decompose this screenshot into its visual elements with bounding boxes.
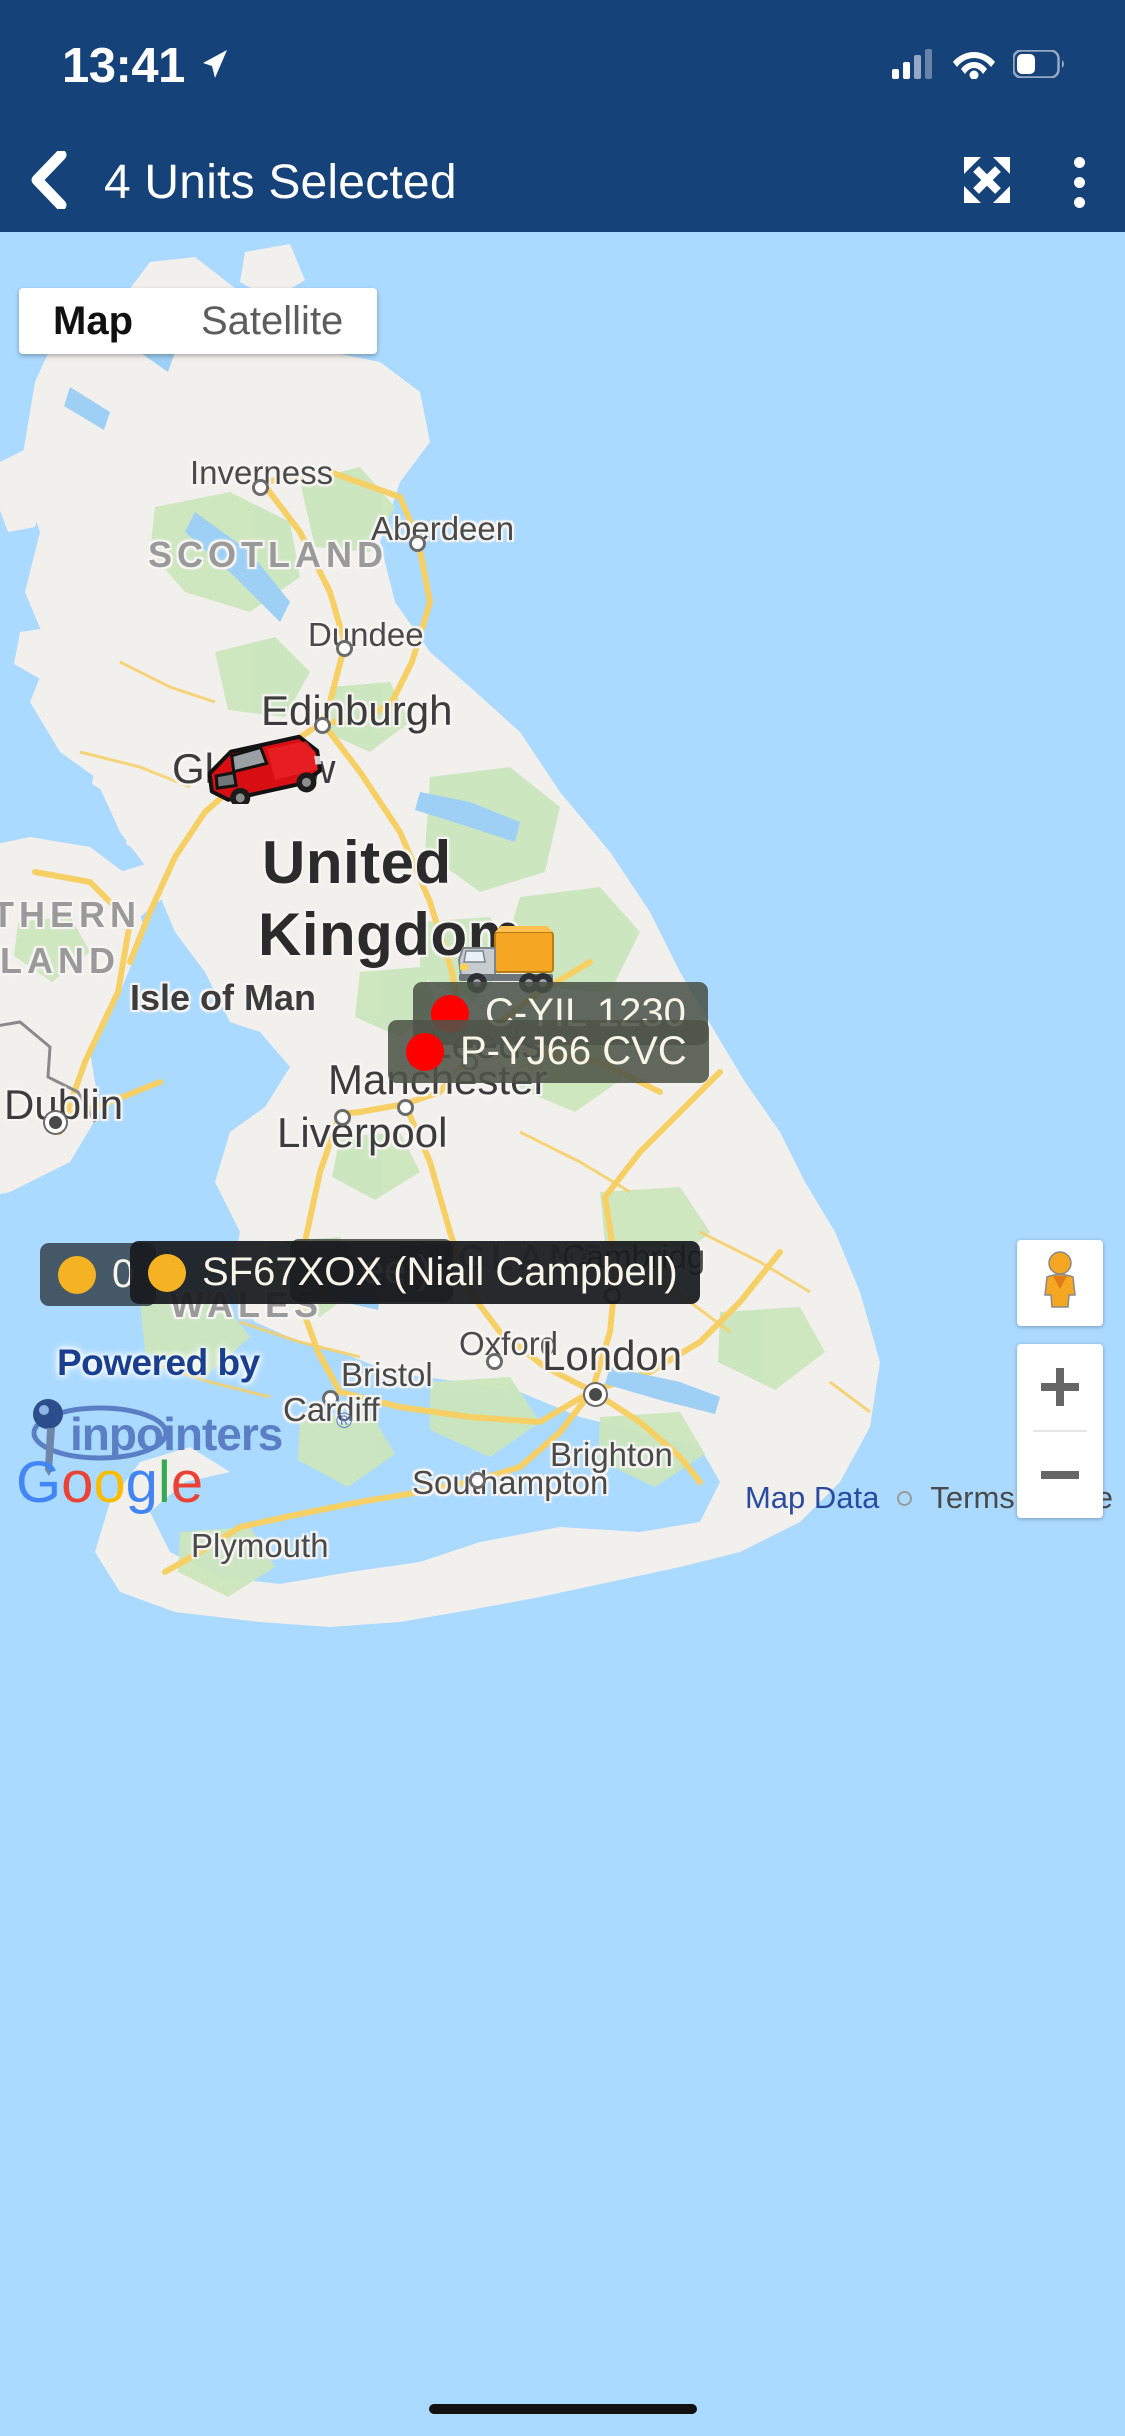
status-clock: 13:41 xyxy=(62,39,185,93)
unit-label-sf67xox[interactable]: SF67XOX (Niall Campbell) xyxy=(130,1241,700,1304)
status-bar-right xyxy=(892,48,1065,84)
map-type-option-map[interactable]: Map xyxy=(19,288,167,354)
red-van-icon[interactable] xyxy=(200,734,330,809)
chevron-left-icon xyxy=(29,149,67,214)
wifi-icon xyxy=(953,48,995,84)
city-dot-edinburgh xyxy=(314,717,331,734)
street-view-pegman-button[interactable] xyxy=(1017,1240,1103,1326)
location-arrow-icon xyxy=(199,47,229,86)
battery-icon xyxy=(1012,48,1065,83)
overflow-menu-button[interactable] xyxy=(1033,132,1125,232)
city-dot-aberdeen xyxy=(409,535,426,552)
google-logo: Google xyxy=(16,1450,203,1515)
status-bar: 13:41 xyxy=(0,0,1125,132)
city-dot-inverness xyxy=(252,479,269,496)
map-type-toggle[interactable]: Map Satellite xyxy=(19,288,378,354)
more-vertical-icon xyxy=(1073,156,1085,208)
expand-map-button[interactable] xyxy=(941,132,1033,232)
city-dot-oxford xyxy=(486,1353,503,1370)
street-view-pegman-icon xyxy=(1035,1250,1085,1316)
map-label-london: London xyxy=(542,1332,683,1379)
city-dot-london xyxy=(585,1384,606,1405)
map-canvas[interactable]: Map Satellite SCOTLAND ENGLAND WALES THE… xyxy=(0,232,1125,2436)
unit-label-p-yj66-cvc[interactable]: P-YJ66 CVC xyxy=(388,1020,709,1083)
city-dot-southampton xyxy=(469,1472,486,1489)
powered-by-label: Powered by xyxy=(57,1342,260,1383)
zoom-out-button[interactable] xyxy=(1017,1432,1103,1518)
status-dot-idle xyxy=(58,1255,96,1294)
home-indicator xyxy=(428,2404,697,2414)
city-dot-dundee xyxy=(336,640,353,657)
status-dot-idle xyxy=(148,1253,186,1292)
minus-icon xyxy=(1041,1471,1079,1479)
map-label-ireland: LAND xyxy=(0,940,120,981)
status-dot-stopped xyxy=(406,1032,444,1071)
zoom-controls[interactable] xyxy=(1017,1344,1103,1518)
map-label-liverpool: Liverpool xyxy=(277,1109,448,1156)
map-type-option-satellite[interactable]: Satellite xyxy=(167,288,377,354)
back-button[interactable] xyxy=(0,132,96,232)
map-label-isle-of-man: Isle of Man xyxy=(130,977,317,1018)
city-dot-dublin xyxy=(45,1112,66,1133)
map-label-southampton: Southampton xyxy=(412,1464,609,1501)
map-label-united: United xyxy=(262,829,452,896)
zoom-in-button[interactable] xyxy=(1017,1344,1103,1430)
svg-text:®: ® xyxy=(336,1408,352,1433)
page-title: 4 Units Selected xyxy=(104,155,457,209)
navigation-bar: 4 Units Selected xyxy=(0,132,1125,232)
map-data-link[interactable]: Map Data xyxy=(745,1480,879,1516)
plus-icon xyxy=(1041,1368,1079,1406)
status-bar-left: 13:41 xyxy=(62,38,229,94)
cellular-signal-icon xyxy=(892,48,935,84)
svg-text:Google: Google xyxy=(16,1450,203,1515)
unit-label-text: P-YJ66 CVC xyxy=(460,1029,687,1073)
map-label-scotland: SCOTLAND xyxy=(148,534,388,575)
map-label-aberdeen: Aberdeen xyxy=(371,510,515,547)
attribution-separator-icon xyxy=(897,1490,913,1506)
map-label-plymouth: Plymouth xyxy=(191,1527,329,1564)
unit-label-text: SF67XOX (Niall Campbell) xyxy=(202,1250,678,1294)
map-label-edinburgh: Edinburgh xyxy=(261,687,453,734)
fullscreen-expand-icon xyxy=(960,153,1014,212)
map-label-northern: THERN xyxy=(0,894,141,935)
city-dot-liverpool xyxy=(334,1109,351,1126)
map-label-dundee: Dundee xyxy=(308,616,424,653)
